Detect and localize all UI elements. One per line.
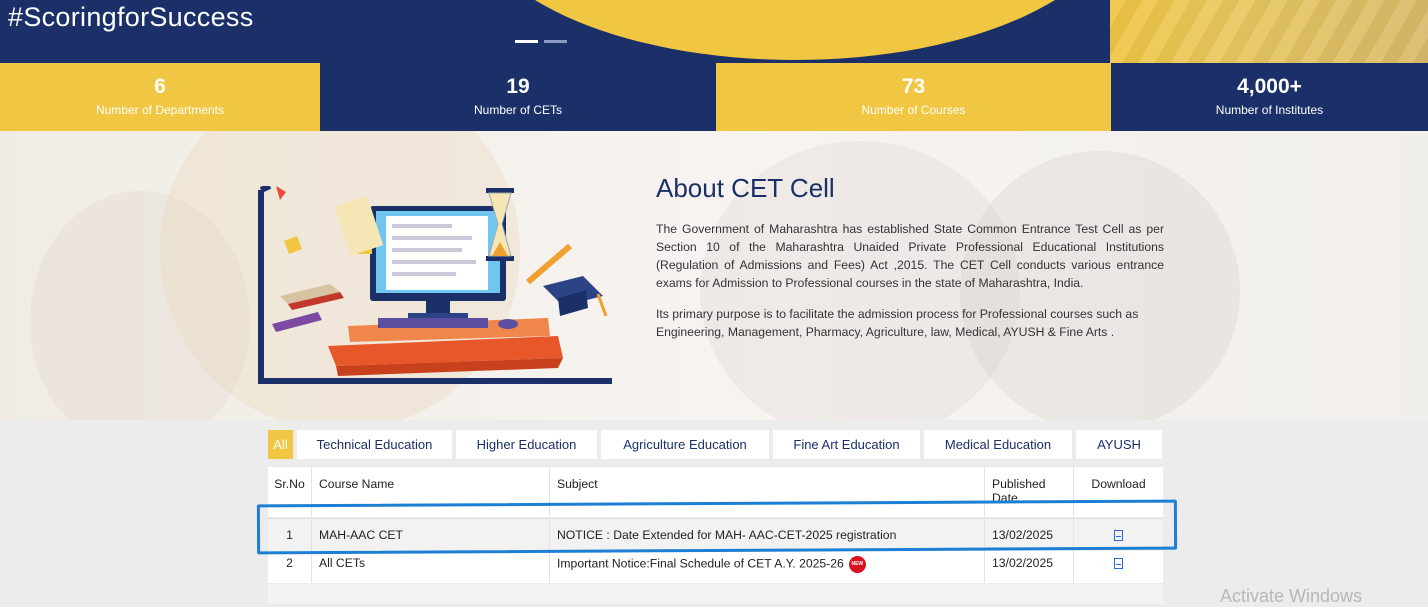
- tab-higher-education[interactable]: Higher Education: [456, 430, 597, 459]
- tab-technical-education[interactable]: Technical Education: [297, 430, 452, 459]
- table-row: 2 All CETs Important Notice:Final Schedu…: [268, 551, 1163, 583]
- stat-cets: 19 Number of CETs: [320, 63, 716, 131]
- new-badge-icon: NEW: [848, 556, 866, 573]
- category-tabs: All Technical Education Higher Education…: [268, 430, 1162, 459]
- stat-departments: 6 Number of Departments: [0, 63, 320, 131]
- hero-yellow-arc: [470, 0, 1120, 60]
- stat-label: Number of CETs: [473, 103, 563, 117]
- stat-value: 6: [154, 75, 166, 98]
- tab-fine-art-education[interactable]: Fine Art Education: [773, 430, 920, 459]
- subject-text[interactable]: Important Notice:Final Schedule of CET A…: [557, 557, 844, 571]
- table-row-partial: [268, 584, 1163, 604]
- about-paragraph-2: Its primary purpose is to facilitate the…: [656, 307, 1139, 339]
- stat-value: 19: [506, 75, 530, 98]
- hero-hashtag: #ScoringforSuccess: [8, 2, 254, 32]
- tab-all[interactable]: All: [268, 430, 293, 459]
- cell-course: All CETs: [312, 551, 550, 583]
- tab-agriculture-education[interactable]: Agriculture Education: [601, 430, 769, 459]
- cell-srno: 2: [268, 551, 312, 583]
- cell-download: [1074, 551, 1163, 583]
- stat-value: 73: [901, 75, 926, 98]
- about-paragraph-1: The Government of Maharashtra has establ…: [656, 222, 1164, 290]
- stat-label: Number of Courses: [861, 103, 966, 117]
- hero-photo: [1110, 0, 1428, 63]
- slider-dot-1[interactable]: [515, 40, 538, 43]
- about-section: About CET Cell The Government of Maharas…: [0, 131, 1428, 420]
- pdf-icon[interactable]: [1114, 558, 1123, 570]
- stat-institutes: 4,000+ Number of Institutes: [1111, 63, 1428, 131]
- slider-dots[interactable]: [515, 40, 567, 43]
- stats-bar: 6 Number of Departments 19 Number of CET…: [0, 63, 1428, 131]
- stat-courses: 73 Number of Courses: [716, 63, 1111, 131]
- stat-label: Number of Departments: [95, 103, 225, 117]
- hero-banner: #ScoringforSuccess: [0, 0, 1428, 63]
- stat-value: 4,000+: [1237, 75, 1302, 98]
- annotation-highlight-box: [256, 499, 1178, 555]
- tab-ayush[interactable]: AYUSH: [1076, 430, 1162, 459]
- about-title: About CET Cell: [656, 173, 835, 203]
- slider-dot-2[interactable]: [544, 40, 567, 43]
- online-exam-illustration: [258, 186, 612, 384]
- cell-subject[interactable]: Important Notice:Final Schedule of CET A…: [550, 551, 985, 583]
- tab-medical-education[interactable]: Medical Education: [924, 430, 1072, 459]
- stat-label: Number of Institutes: [1215, 103, 1324, 117]
- cell-published: 13/02/2025: [985, 551, 1074, 583]
